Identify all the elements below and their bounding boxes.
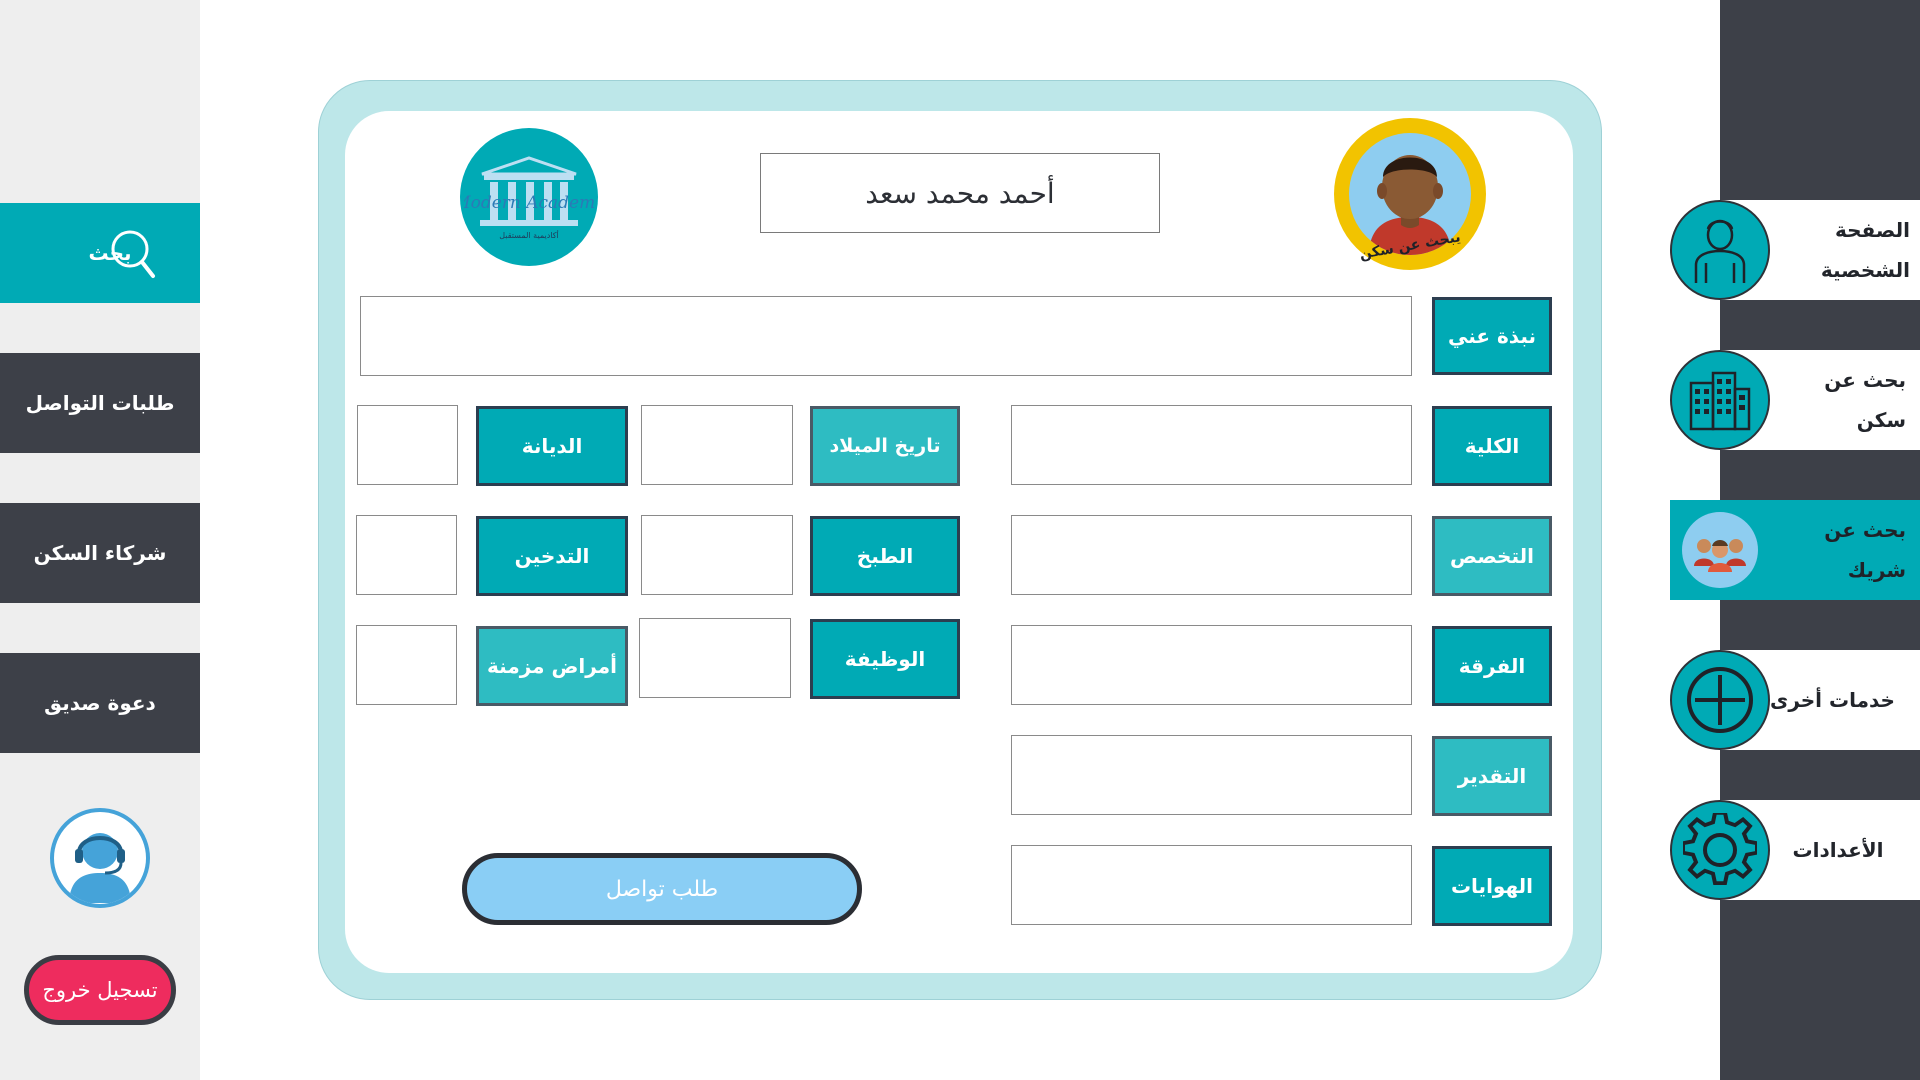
religion-label: الديانة (476, 406, 628, 486)
year-field[interactable] (1011, 625, 1412, 705)
sidebar-item-contact-requests[interactable]: طلبات التواصل (0, 353, 200, 453)
birthdate-label-text: تاريخ الميلاد (829, 435, 941, 457)
religion-label-text: الديانة (521, 434, 583, 458)
chronic-diseases-label-text: أمراض مزمنة (487, 654, 617, 678)
nav-housing-label: بحث عن سكن (1824, 368, 1906, 432)
logo-text: Modern Academy (464, 193, 594, 213)
nav-housing-search[interactable]: بحث عن سكن (1670, 350, 1920, 450)
nav-icon-circle (1670, 650, 1770, 750)
smoking-label: التدخين (476, 516, 628, 596)
person-icon (1694, 219, 1746, 283)
logout-label: تسجيل خروج (42, 978, 158, 1002)
nav-other-services[interactable]: خدمات أخرى (1670, 650, 1920, 750)
major-field[interactable] (1011, 515, 1412, 595)
smoking-field[interactable] (356, 515, 457, 595)
hobbies-label-text: الهوايات (1450, 874, 1534, 898)
nav-icon-circle (1670, 800, 1770, 900)
sidebar-item-label: دعوة صديق (44, 691, 156, 715)
nav-icon-circle (1670, 500, 1770, 600)
nav-icon-circle (1670, 350, 1770, 450)
profile-name-text: أحمد محمد سعد (865, 176, 1055, 210)
grade-label-text: التقدير (1457, 764, 1527, 788)
nav-settings[interactable]: الأعدادات (1670, 800, 1920, 900)
nav-partner-label: بحث عن شريك (1824, 518, 1906, 582)
chronic-diseases-field[interactable] (356, 625, 457, 705)
sidebar-item-invite-friend[interactable]: دعوة صديق (0, 653, 200, 753)
job-label-text: الوظيفة (844, 647, 926, 671)
gear-icon (1683, 813, 1757, 886)
grade-field[interactable] (1011, 735, 1412, 815)
job-field[interactable] (639, 618, 791, 698)
academy-logo: Modern Academy أكاديمية المستقبل (460, 128, 598, 266)
sidebar-item-label: طلبات التواصل (25, 391, 175, 415)
major-label-text: التخصص (1450, 544, 1534, 568)
profile-name: أحمد محمد سعد (760, 153, 1160, 233)
logout-button[interactable]: تسجيل خروج (24, 955, 176, 1025)
search-icon (111, 230, 155, 278)
academy-logo-image: Modern Academy أكاديمية المستقبل (464, 156, 594, 240)
birthdate-field[interactable] (641, 405, 793, 485)
nav-other-services-label: خدمات أخرى (1770, 688, 1895, 712)
nav-icon-circle (1670, 200, 1770, 300)
cooking-label-text: الطبخ (856, 544, 914, 568)
faculty-label: الكلية (1432, 406, 1552, 486)
plus-circle-icon (1687, 667, 1753, 733)
smoking-label-text: التدخين (514, 544, 590, 568)
major-label: التخصص (1432, 516, 1552, 596)
building-icon (1689, 371, 1751, 431)
contact-request-button[interactable]: طلب تواصل (462, 853, 862, 925)
religion-field[interactable] (357, 405, 458, 485)
hobbies-field[interactable] (1011, 845, 1412, 925)
birthdate-label: تاريخ الميلاد (810, 406, 960, 486)
nav-profile[interactable]: الصفحة الشخصية (1670, 200, 1920, 300)
cooking-label: الطبخ (810, 516, 960, 596)
hobbies-label: الهوايات (1432, 846, 1552, 926)
sidebar-item-label: شركاء السكن (33, 541, 167, 565)
people-icon (1682, 512, 1758, 588)
cooking-field[interactable] (641, 515, 793, 595)
logo-subtitle: أكاديمية المستقبل (499, 230, 558, 240)
sidebar-item-housing-partners[interactable]: شركاء السكن (0, 503, 200, 603)
bio-label: نبذة عني (1432, 297, 1552, 375)
nav-settings-label: الأعدادات (1792, 838, 1884, 862)
headset-agent-icon (69, 833, 131, 903)
chronic-diseases-label: أمراض مزمنة (476, 626, 628, 706)
nav-partner-search[interactable]: بحث عن شريك (1670, 500, 1920, 600)
year-label-text: الفرقة (1458, 654, 1526, 678)
year-label: الفرقة (1432, 626, 1552, 706)
app-screen: بحث طلبات التواصل شركاء السكن دعوة صديق … (0, 0, 1920, 1080)
grade-label: التقدير (1432, 736, 1552, 816)
bio-field[interactable] (360, 296, 1412, 376)
support-button[interactable] (50, 808, 150, 908)
nav-profile-label: الصفحة الشخصية (1820, 218, 1910, 282)
job-label: الوظيفة (810, 619, 960, 699)
bio-label-text: نبذة عني (1447, 324, 1537, 348)
faculty-field[interactable] (1011, 405, 1412, 485)
search-button[interactable]: بحث (0, 203, 200, 303)
faculty-label-text: الكلية (1464, 434, 1520, 458)
contact-request-label: طلب تواصل (605, 876, 719, 902)
